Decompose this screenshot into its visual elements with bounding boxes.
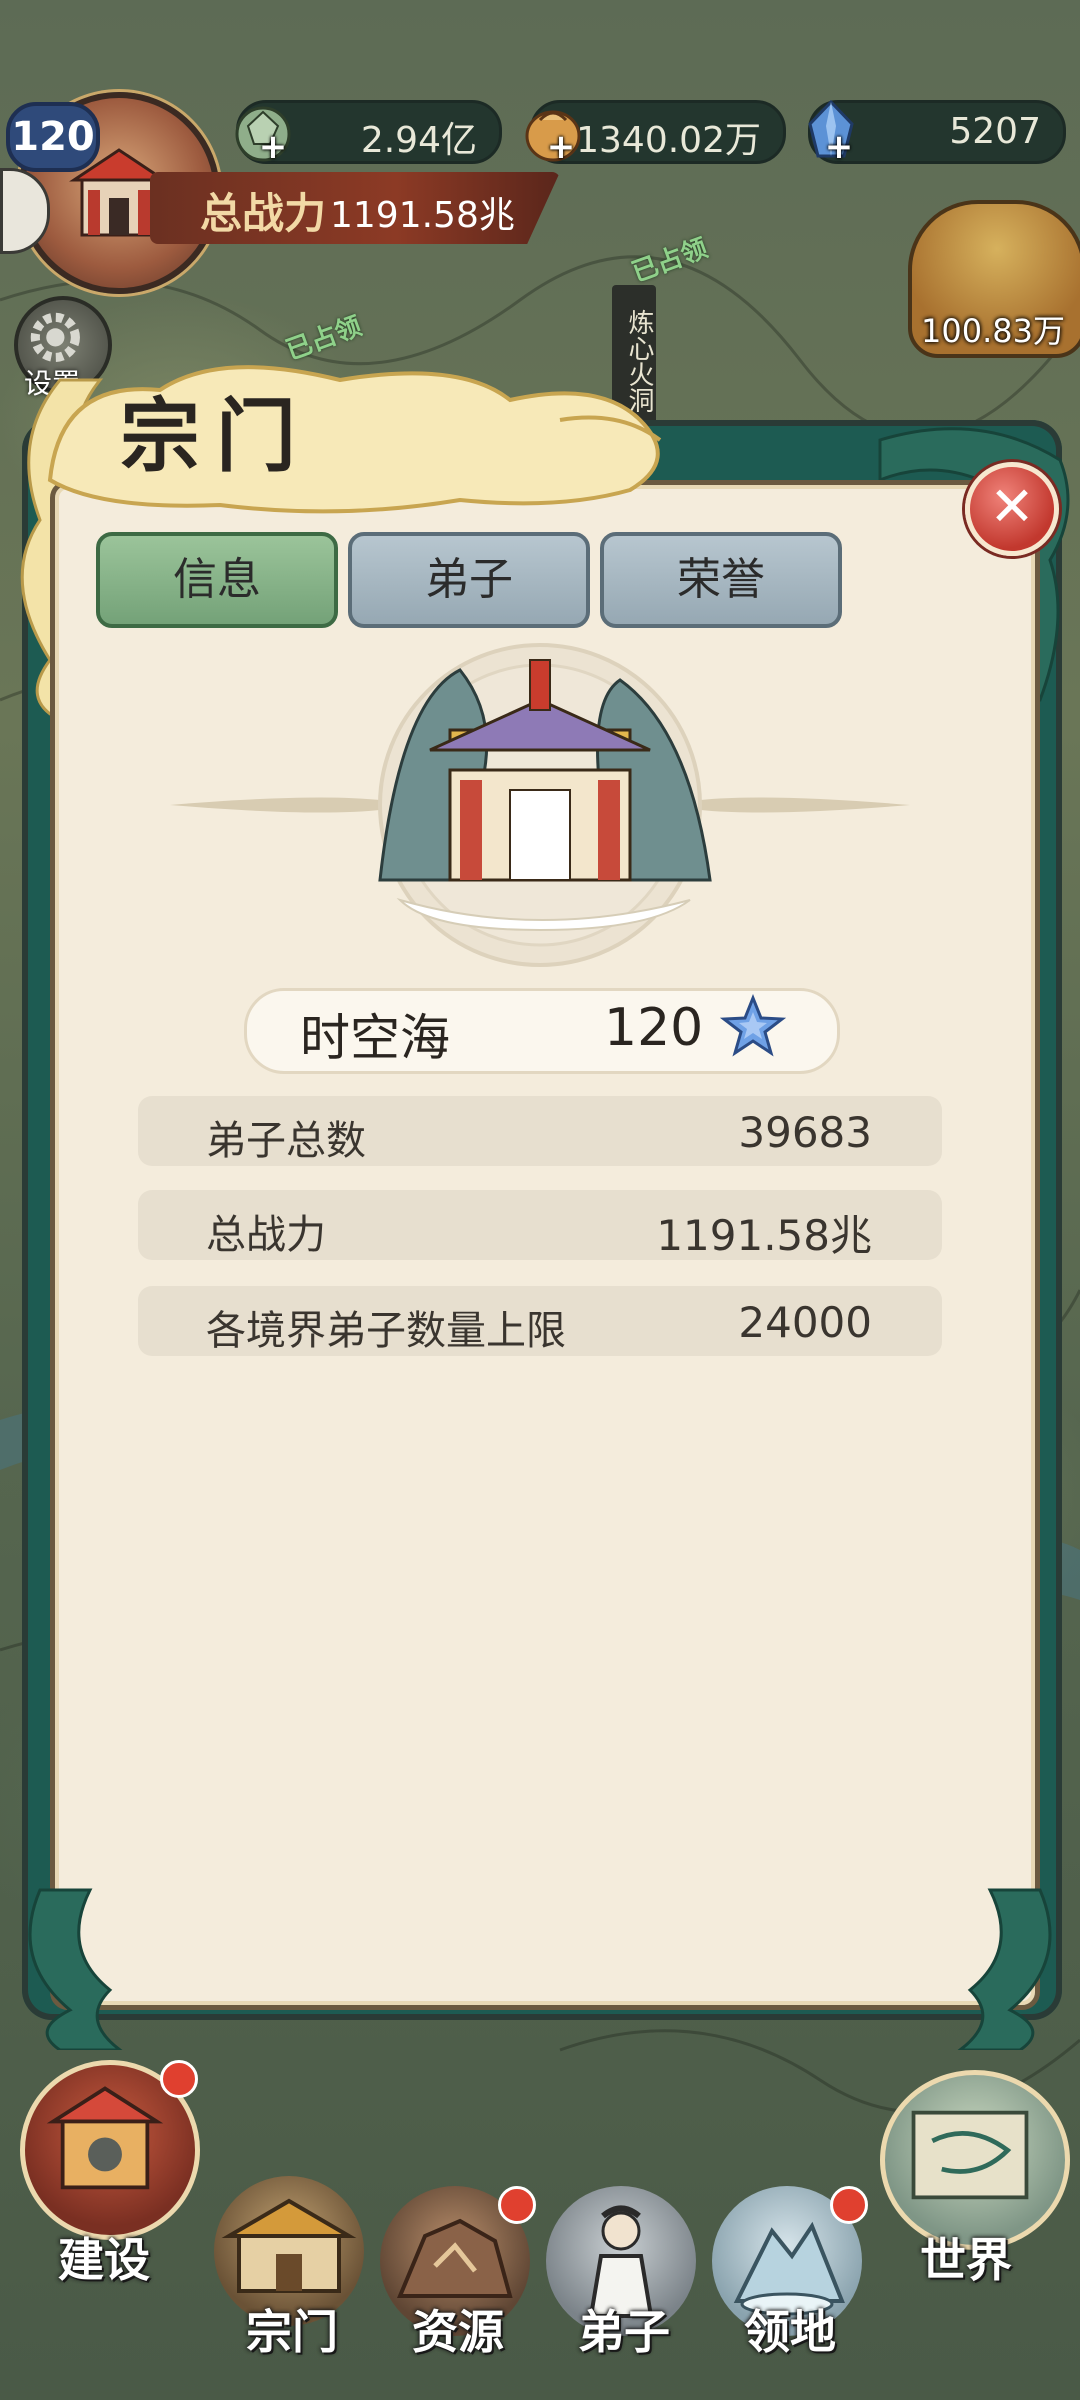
nav-sect-label: 宗门 — [246, 2305, 338, 2359]
resource-jade-value: 2.94亿 — [360, 120, 477, 161]
sect-emblem-image — [170, 643, 910, 967]
blue-star-icon — [720, 994, 786, 1057]
building-icon — [46, 2086, 164, 2190]
stat-row-total-power: 总战力 1191.58兆 — [138, 1190, 942, 1260]
resource-crystal-add-button[interactable]: + — [822, 130, 856, 166]
modal-title: 宗门 — [120, 389, 312, 483]
tab-info[interactable]: 信息 — [96, 532, 338, 628]
build-notification-dot — [160, 2060, 198, 2098]
nav-territory-label: 领地 — [744, 2305, 836, 2359]
total-power-label: 总战力 — [200, 189, 327, 238]
stat-value: 39683 — [738, 1108, 872, 1157]
world-button[interactable] — [880, 2070, 1070, 2250]
stat-value: 24000 — [738, 1298, 872, 1347]
stat-label: 弟子总数 — [206, 1118, 366, 1164]
treasure-bag-value: 100.83万 — [921, 312, 1065, 350]
resource-crystal-value: 5207 — [949, 111, 1041, 152]
stat-value: 1191.58兆 — [656, 1211, 872, 1260]
resource-jade-add-button[interactable]: + — [256, 130, 290, 166]
build-label: 建设 — [58, 2233, 150, 2287]
world-label: 世界 — [920, 2233, 1012, 2287]
close-button[interactable]: ✕ — [965, 462, 1059, 556]
scroll-map-icon — [911, 2110, 1029, 2200]
nav-disciples-label: 弟子 — [578, 2305, 670, 2359]
sect-level-badge: 120 — [6, 102, 100, 172]
stat-row-total-disciples: 弟子总数 39683 — [138, 1096, 942, 1166]
territory-notification-dot — [830, 2186, 868, 2224]
nav-resources-label: 资源 — [412, 2305, 504, 2359]
stat-label: 总战力 — [206, 1212, 326, 1258]
sect-name: 时空海 — [300, 1009, 450, 1067]
tab-disciples[interactable]: 弟子 — [348, 532, 590, 628]
stat-row-realm-limit: 各境界弟子数量上限 24000 — [138, 1286, 942, 1356]
tab-honor[interactable]: 荣誉 — [600, 532, 842, 628]
stat-label: 各境界弟子数量上限 — [206, 1308, 566, 1354]
resource-grain-value: 1340.02万 — [576, 120, 761, 161]
cloud-ornament-bottom — [28, 1888, 1052, 2050]
resource-grain-add-button[interactable]: + — [544, 130, 578, 166]
resources-notification-dot — [498, 2186, 536, 2224]
total-power-value: 1191.58兆 — [330, 195, 515, 236]
sect-level: 120 — [604, 998, 704, 1058]
